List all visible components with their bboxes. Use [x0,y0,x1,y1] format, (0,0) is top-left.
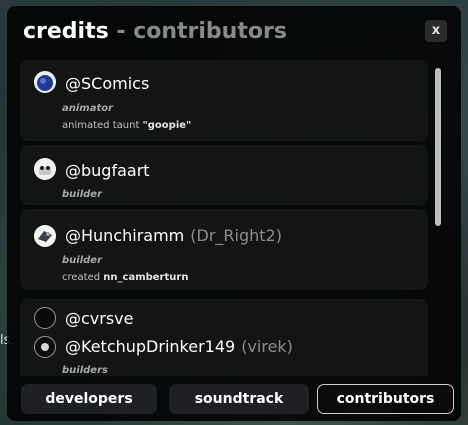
contributor-name: @Hunchiramm (Dr_Right2) [65,226,282,245]
contributor-description: created nn_camberturn [62,272,189,283]
contributor-card-scomics: @SComics animator animated taunt "goopie… [20,60,428,141]
contributor-card-hunchiramm: @Hunchiramm (Dr_Right2) builder created n… [20,209,428,290]
panel-title: credits - contributors [23,19,287,44]
contributor-card-bugfaart: @bugfaart builder [20,145,428,205]
contributor-name: @KetchupDrinker149 (virek) [65,337,293,356]
tab-developers[interactable]: developers [21,384,157,414]
contributor-name: @bugfaart [65,161,150,180]
title-separator: - [116,19,126,44]
avatar-ketchupdrinker149 [34,336,56,358]
contributor-role: animator [62,103,114,114]
contributor-role: builder [62,189,103,200]
tab-contributors[interactable]: contributors [317,384,454,414]
avatar-scomics [34,71,56,93]
contributor-name: @SComics [65,74,150,93]
avatar-bugfaart [34,158,56,180]
avatar-cvrsve [34,307,56,329]
contributor-card-group: @cvrsve @KetchupDrinker149 (virek) builde… [20,299,428,376]
title-main: credits [23,19,109,44]
contributor-role: builders [62,365,108,376]
credits-tabs: developers soundtrack contributors [21,384,454,414]
credits-panel: credits - contributors x @SComics animat… [7,6,461,421]
avatar-hunchiramm [34,225,56,247]
list-scrollbar[interactable] [435,68,441,226]
contributor-description: animated taunt "goopie" [62,120,192,131]
contributor-role: builder [62,255,103,266]
tab-soundtrack[interactable]: soundtrack [169,384,309,414]
close-button[interactable]: x [425,20,447,42]
contributor-list[interactable]: @SComics animator animated taunt "goopie… [20,60,428,376]
title-sub: contributors [133,19,287,44]
contributor-name: @cvrsve [65,309,134,328]
